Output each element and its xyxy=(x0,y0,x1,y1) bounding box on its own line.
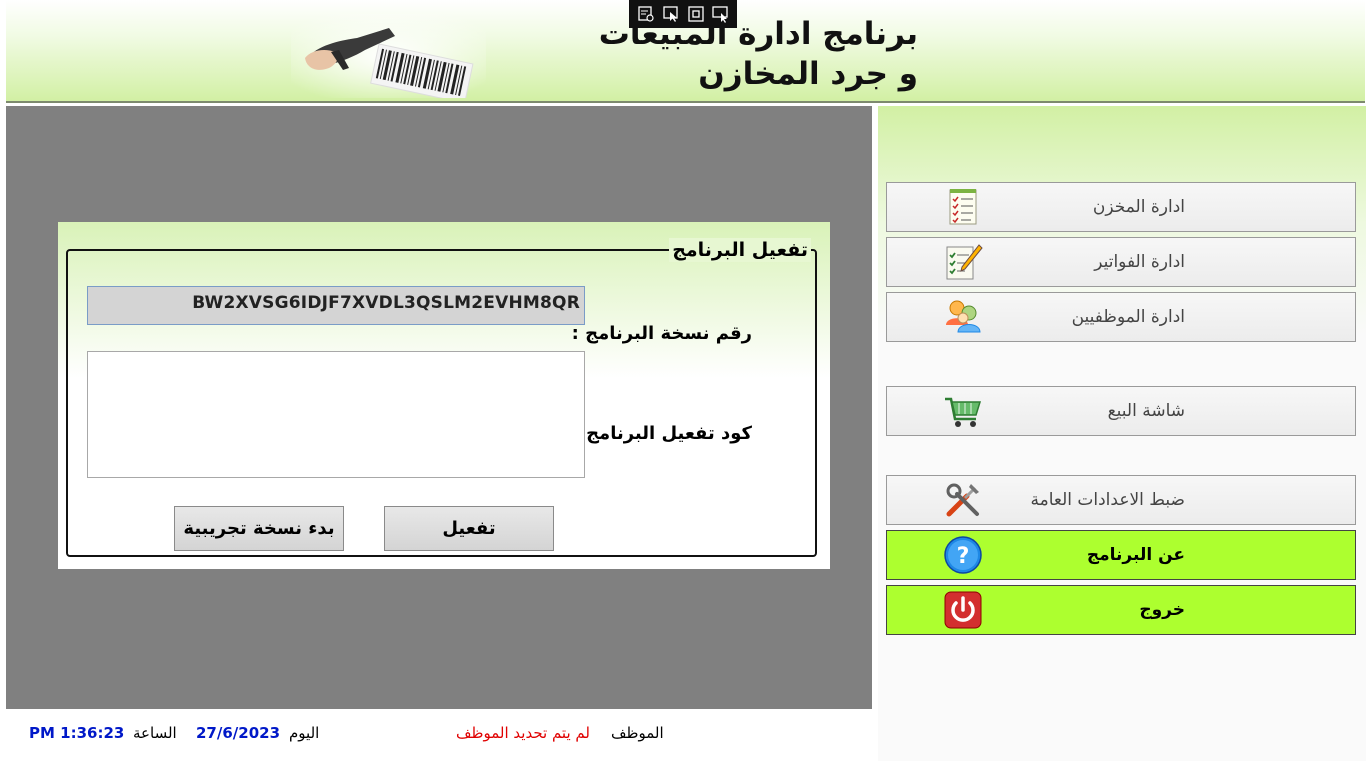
checklist-icon xyxy=(949,189,977,225)
menu-settings-button[interactable]: ضبط الاعدادات العامة xyxy=(886,475,1356,525)
activation-group-title: تفعيل البرنامج xyxy=(669,238,811,262)
activation-code-label: كود تفعيل البرنامج : xyxy=(572,423,752,444)
menu-inventory-button[interactable]: ادارة المخزن xyxy=(886,182,1356,232)
fit-screen-icon[interactable] xyxy=(687,5,705,23)
menu-exit-button[interactable]: خروج xyxy=(886,585,1356,635)
activate-button[interactable]: تفعيل xyxy=(384,506,554,551)
menu-about-button[interactable]: ? عن البرنامج xyxy=(886,530,1356,580)
shopping-cart-icon xyxy=(945,397,982,427)
start-trial-button[interactable]: بدء نسخة تجريبية xyxy=(174,506,344,551)
svg-text:?: ? xyxy=(957,544,970,569)
help-icon: ? xyxy=(944,536,982,574)
menu-pos-button[interactable]: شاشة البيع xyxy=(886,386,1356,436)
menu-inventory-label: ادارة المخزن xyxy=(1092,197,1185,217)
status-employee-value: لم يتم تحديد الموظف xyxy=(456,724,590,742)
status-date-label: اليوم xyxy=(289,724,320,742)
app-window: برنامج ادارة المبيعات و جرد المخازن تفعي… xyxy=(0,0,1366,761)
status-date-value: 27/6/2023 xyxy=(196,724,281,742)
activation-code-input[interactable] xyxy=(87,351,585,478)
menu-pos-label: شاشة البيع xyxy=(1107,401,1185,421)
serial-number-value: BW2XVSG6IDJF7XVDL3QSLM2EVHM8QR xyxy=(192,293,580,313)
serial-number-field[interactable]: BW2XVSG6IDJF7XVDL3QSLM2EVHM8QR xyxy=(87,286,585,325)
users-icon xyxy=(946,300,981,333)
menu-about-label: عن البرنامج xyxy=(1086,545,1185,565)
menu-invoices-label: ادارة الفواتير xyxy=(1094,252,1185,272)
remote-control-icon[interactable] xyxy=(711,5,730,23)
barcode-scanner-icon xyxy=(291,14,486,98)
status-time-value: PM 1:36:23 xyxy=(29,724,125,742)
menu-invoices-button[interactable]: ادارة الفواتير xyxy=(886,237,1356,287)
status-time-label: الساعة xyxy=(133,724,177,742)
remote-toolbar xyxy=(629,0,737,28)
edit-document-icon xyxy=(946,244,983,280)
serial-number-label: رقم نسخة البرنامج : xyxy=(571,323,752,344)
menu-employees-label: ادارة الموظفيين xyxy=(1071,307,1185,327)
tools-icon xyxy=(946,483,979,517)
settings-window-icon[interactable] xyxy=(637,5,655,23)
app-title-line2: و جرد المخازن xyxy=(698,56,918,92)
menu-settings-label: ضبط الاعدادات العامة xyxy=(1030,490,1185,510)
power-icon xyxy=(944,591,982,629)
status-bar: PM 1:36:23 الساعة 27/6/2023 اليوم لم يتم… xyxy=(0,718,878,748)
menu-employees-button[interactable]: ادارة الموظفيين xyxy=(886,292,1356,342)
status-employee-label: الموظف xyxy=(611,724,664,742)
pointer-icon[interactable] xyxy=(662,5,680,23)
menu-exit-label: خروج xyxy=(1139,600,1185,620)
